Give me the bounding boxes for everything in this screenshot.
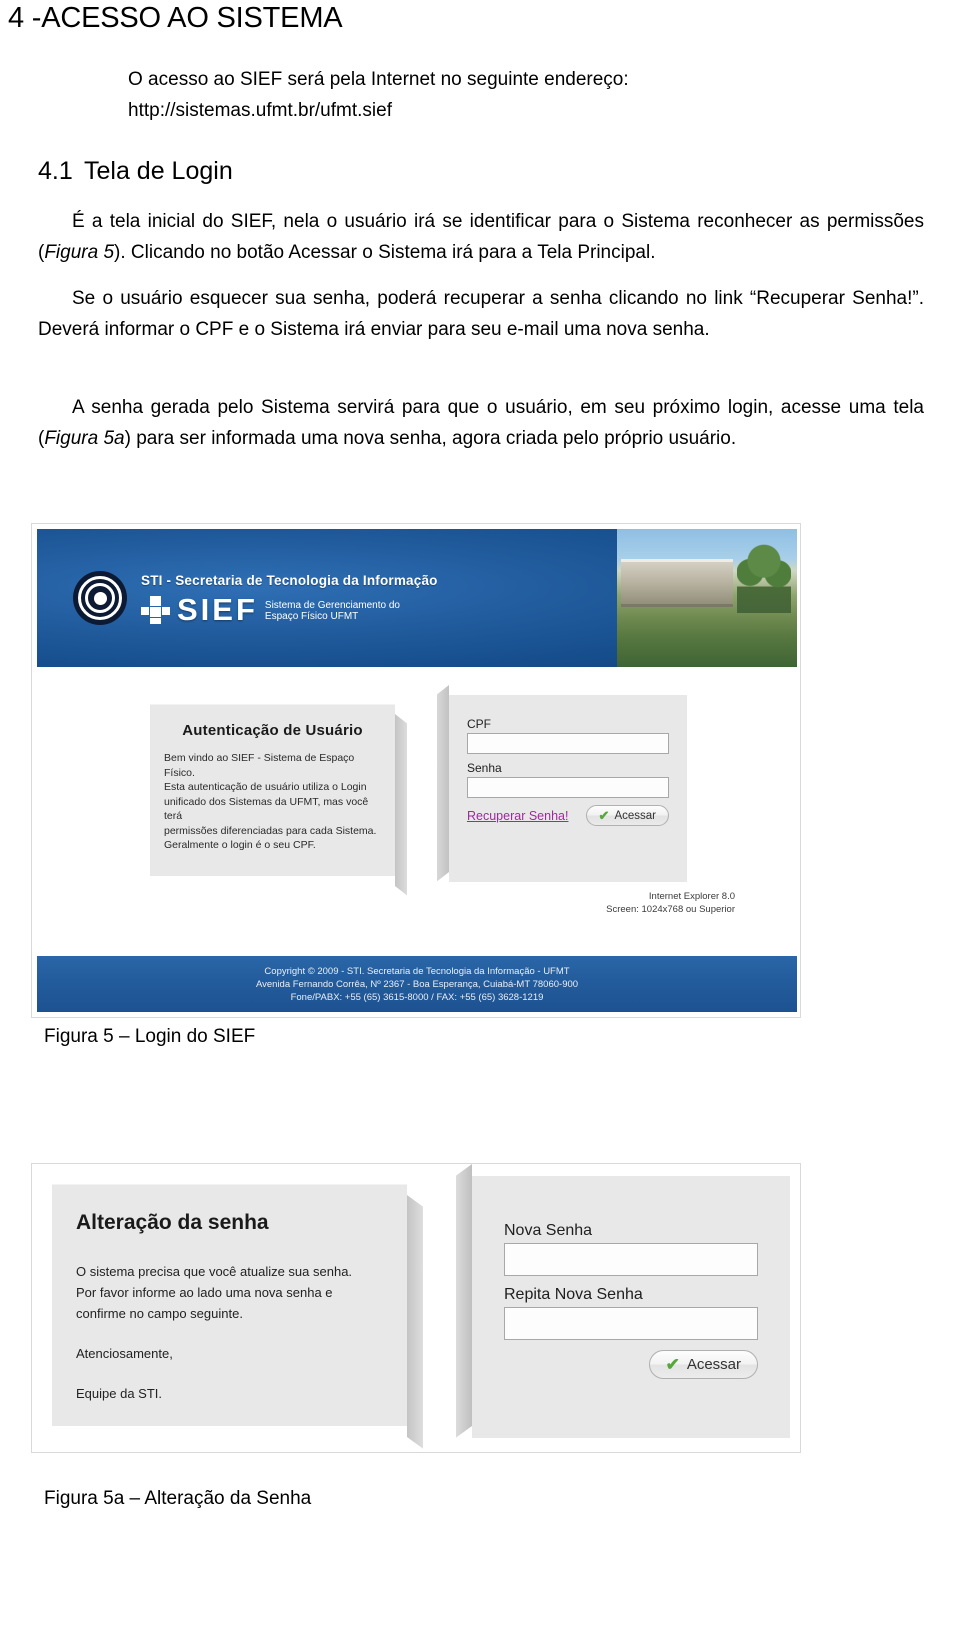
sief-wordmark: SIEF bbox=[177, 592, 258, 627]
change-text-line-5: Equipe da STI. bbox=[76, 1386, 162, 1401]
auth-text-line-4: permissões diferenciadas para cada Siste… bbox=[164, 824, 377, 837]
sief-cross-icon bbox=[141, 596, 171, 624]
change-text-line-1: O sistema precisa que você atualize sua … bbox=[76, 1264, 353, 1279]
sti-banner-text: STI - Secretaria de Tecnologia da Inform… bbox=[141, 573, 438, 588]
login-form-panel: CPF Senha Recuperar Senha! ✔ Acessar bbox=[449, 695, 687, 882]
sief-logo-block: SIEF Sistema de Gerenciamento do Espaço … bbox=[141, 592, 400, 627]
senha-label: Senha bbox=[467, 761, 502, 775]
paragraph-1: É a tela inicial do SIEF, nela o usuário… bbox=[38, 206, 924, 268]
password-change-panel-title: Alteração da senha bbox=[76, 1211, 269, 1234]
figure-5a-screenshot: Alteração da senha O sistema precisa que… bbox=[31, 1163, 801, 1453]
page-title: 4 -ACESSO AO SISTEMA bbox=[8, 2, 343, 34]
check-icon: ✔ bbox=[665, 1355, 680, 1374]
cpf-label: CPF bbox=[467, 717, 491, 731]
section-title: Tela de Login bbox=[84, 157, 233, 185]
change-text-line-3: confirme no campo seguinte. bbox=[76, 1306, 243, 1321]
password-change-info-panel: Alteração da senha O sistema precisa que… bbox=[52, 1184, 407, 1426]
system-requirements-note: Internet Explorer 8.0 Screen: 1024x768 o… bbox=[606, 891, 735, 916]
sief-subtitle-line-2: Espaço Físico UFMT bbox=[264, 611, 359, 622]
authentication-panel-text: Bem vindo ao SIEF - Sistema de Espaço Fí… bbox=[150, 751, 395, 853]
nova-senha-label: Nova Senha bbox=[504, 1222, 593, 1239]
nova-senha-input[interactable] bbox=[504, 1243, 758, 1276]
cpf-input[interactable] bbox=[467, 733, 669, 754]
footer-line-3-phone: Fone/PABX: +55 (65) 3615-8000 / FAX: +55… bbox=[290, 992, 544, 1003]
figure-5a-caption: Figura 5a – Alteração da Senha bbox=[44, 1488, 312, 1509]
change-text-line-4: Atenciosamente, bbox=[76, 1346, 173, 1361]
requirement-screen: Screen: 1024x768 ou Superior bbox=[606, 903, 735, 915]
sief-footer: Copyright © 2009 - STI. Secretaria de Te… bbox=[37, 956, 797, 1012]
recuperar-senha-link[interactable]: Recuperar Senha! bbox=[467, 809, 568, 823]
paragraph-2: Se o usuário esquecer sua senha, poderá … bbox=[38, 283, 924, 345]
auth-text-line-3: unificado dos Sistemas da UFMT, mas você… bbox=[164, 795, 369, 823]
intro-line-1: O acesso ao SIEF será pela Internet no s… bbox=[128, 69, 629, 90]
paragraph-2-text: Se o usuário esquecer sua senha, poderá … bbox=[38, 288, 924, 340]
sief-subtitle: Sistema de Gerenciamento do Espaço Físic… bbox=[265, 600, 400, 623]
logo-center-dot bbox=[93, 591, 107, 605]
password-change-actions-row: ✔ Acessar bbox=[504, 1350, 758, 1379]
intro-line-2-url: http://sistemas.ufmt.br/ufmt.sief bbox=[128, 100, 392, 121]
paragraph-1-figure-ref: Figura 5 bbox=[44, 242, 115, 263]
acessar-button-label: Acessar bbox=[614, 809, 656, 822]
left-panel-3d-edge bbox=[395, 714, 407, 896]
paragraph-3-figure-ref: Figura 5a bbox=[44, 428, 125, 449]
sief-banner: STI - Secretaria de Tecnologia da Inform… bbox=[37, 529, 797, 667]
login-body-area: Autenticação de Usuário Bem vindo ao SIE… bbox=[37, 667, 797, 963]
auth-text-line-1: Bem vindo ao SIEF - Sistema de Espaço Fí… bbox=[164, 752, 355, 779]
paragraph-3: A senha gerada pelo Sistema servirá para… bbox=[38, 392, 924, 454]
section-number: 4.1 bbox=[38, 157, 73, 185]
sief-subtitle-line-1: Sistema de Gerenciamento do bbox=[264, 599, 400, 611]
paragraph-1-part-b: ). Clicando no botão Acessar o Sistema i… bbox=[114, 242, 656, 263]
logo-ring-inner bbox=[85, 583, 115, 613]
right-panel-3d-edge bbox=[456, 1164, 472, 1438]
left-panel-3d-edge bbox=[407, 1195, 423, 1449]
password-change-form-panel: Nova Senha Repita Nova Senha ✔ Acessar bbox=[472, 1176, 790, 1438]
repita-nova-senha-label: Repita Nova Senha bbox=[504, 1286, 643, 1303]
section-heading: 4.1 Tela de Login bbox=[38, 157, 233, 186]
figure-5-caption: Figura 5 – Login do SIEF bbox=[44, 1026, 256, 1047]
paragraph-3-part-b: ) para ser informada uma nova senha, ago… bbox=[124, 428, 737, 449]
change-text-line-2: Por favor informe ao lado uma nova senha… bbox=[76, 1285, 333, 1300]
authentication-info-panel: Autenticação de Usuário Bem vindo ao SIE… bbox=[150, 704, 395, 876]
logo-ring-outer bbox=[78, 576, 122, 620]
acessar-button[interactable]: ✔ Acessar bbox=[648, 1350, 758, 1379]
footer-line-2-address: Avenida Fernando Corrêa, Nº 2367 - Boa E… bbox=[255, 979, 579, 990]
password-change-panel-text: O sistema precisa que você atualize sua … bbox=[52, 1261, 407, 1404]
auth-text-line-5: Geralmente o login é o seu CPF. bbox=[164, 839, 316, 851]
login-actions-row: Recuperar Senha! ✔ Acessar bbox=[467, 805, 669, 826]
intro-paragraph: O acesso ao SIEF será pela Internet no s… bbox=[128, 64, 928, 126]
right-panel-3d-edge bbox=[437, 685, 449, 882]
figure-5-screenshot: STI - Secretaria de Tecnologia da Inform… bbox=[31, 523, 801, 1018]
ufmt-logo-icon bbox=[73, 571, 127, 625]
check-icon: ✔ bbox=[598, 808, 610, 823]
requirement-browser: Internet Explorer 8.0 bbox=[648, 891, 735, 902]
authentication-panel-title: Autenticação de Usuário bbox=[182, 722, 363, 739]
acessar-button[interactable]: ✔ Acessar bbox=[585, 805, 669, 826]
footer-line-1-copyright: Copyright © 2009 - STI. Secretaria de Te… bbox=[264, 966, 570, 977]
campus-photo bbox=[617, 529, 797, 667]
acessar-button-label: Acessar bbox=[686, 1356, 741, 1373]
repita-nova-senha-input[interactable] bbox=[504, 1307, 758, 1340]
auth-text-line-2: Esta autenticação de usuário utiliza o L… bbox=[164, 781, 367, 793]
senha-input[interactable] bbox=[467, 777, 669, 798]
